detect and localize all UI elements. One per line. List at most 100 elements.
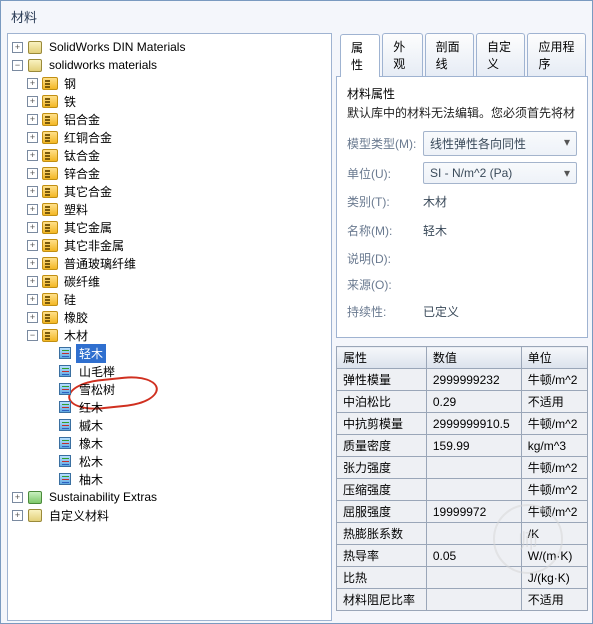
tree-label: 其它非金属: [61, 236, 127, 255]
right-pane: 属性 外观 剖面线 自定义 应用程序 材料属性 默认库中的材料无法编辑。您必须首…: [336, 33, 588, 621]
tree-category[interactable]: +红铜合金: [8, 128, 331, 146]
expand-icon[interactable]: +: [12, 42, 23, 53]
book-icon: [28, 491, 42, 504]
tree-label: 松木: [76, 452, 106, 471]
table-row[interactable]: 张力强度牛顿/m^2: [337, 457, 588, 479]
folder-icon: [42, 185, 58, 198]
expand-icon[interactable]: +: [12, 510, 23, 521]
tree-category[interactable]: + 锌合金: [8, 164, 331, 182]
table-row[interactable]: 中抗剪模量2999999910.5牛顿/m^2: [337, 413, 588, 435]
folder-icon: [42, 221, 58, 234]
tree-category[interactable]: +碳纤维: [8, 272, 331, 290]
tree-category[interactable]: +普通玻璃纤维: [8, 254, 331, 272]
tree-material-item[interactable]: 柚木: [8, 470, 331, 488]
expand-icon[interactable]: +: [27, 204, 38, 215]
desc-value: [423, 248, 577, 268]
folder-icon: [42, 311, 58, 324]
expand-icon[interactable]: +: [27, 240, 38, 251]
material-tree[interactable]: + SolidWorks DIN Materials − solidworks …: [7, 33, 332, 621]
tree-root-sw[interactable]: − solidworks materials: [8, 56, 331, 74]
table-row[interactable]: 比热J/(kg·K): [337, 567, 588, 589]
tree-label: 红木: [76, 398, 106, 417]
tab-custom[interactable]: 自定义: [476, 33, 525, 76]
table-cell: [426, 523, 521, 545]
category-label: 类别(T):: [347, 193, 423, 210]
tree-category[interactable]: +铁: [8, 92, 331, 110]
tree-custom[interactable]: + 自定义材料: [8, 506, 331, 524]
table-row[interactable]: 热膨胀系数/K: [337, 523, 588, 545]
col-value[interactable]: 数值: [426, 347, 521, 369]
window-title: 材料: [11, 10, 37, 25]
tree-category[interactable]: +钛合金: [8, 146, 331, 164]
table-cell: 牛顿/m^2: [521, 479, 587, 501]
tree-cat-wood[interactable]: − 木材: [8, 326, 331, 344]
table-row[interactable]: 压缩强度 牛顿/m^2: [337, 479, 588, 501]
tree-category[interactable]: +其它金属: [8, 218, 331, 236]
table-cell: 屈服强度: [337, 501, 427, 523]
expand-icon[interactable]: +: [27, 132, 38, 143]
expand-icon[interactable]: +: [12, 492, 23, 503]
table-cell: [426, 457, 521, 479]
unit-select[interactable]: SI - N/m^2 (Pa): [423, 162, 577, 184]
tab-appdata[interactable]: 应用程序: [527, 33, 586, 76]
tree-material-item[interactable]: 红木: [8, 398, 331, 416]
table-row[interactable]: 热导率0.05W/(m·K): [337, 545, 588, 567]
table-cell: 0.29: [426, 391, 521, 413]
col-property[interactable]: 属性: [337, 347, 427, 369]
collapse-icon[interactable]: −: [12, 60, 23, 71]
table-cell: [426, 589, 521, 611]
tree-category[interactable]: + 其它非金属: [8, 236, 331, 254]
tab-crosshatch[interactable]: 剖面线: [425, 33, 474, 76]
table-cell: 压缩强度: [337, 479, 427, 501]
tree-extras[interactable]: + Sustainability Extras: [8, 488, 331, 506]
tree-category[interactable]: +其它合金: [8, 182, 331, 200]
tree-label: 锌合金: [61, 164, 103, 183]
table-cell: 2999999232: [426, 369, 521, 391]
tree-material-item[interactable]: 松木: [8, 452, 331, 470]
tree-label: 槭木: [76, 416, 106, 435]
expand-icon[interactable]: +: [27, 78, 38, 89]
expand-icon[interactable]: +: [27, 114, 38, 125]
collapse-icon[interactable]: −: [27, 330, 38, 341]
expand-icon[interactable]: +: [27, 186, 38, 197]
expand-icon[interactable]: +: [27, 312, 38, 323]
expand-icon[interactable]: +: [27, 222, 38, 233]
table-cell: 比热: [337, 567, 427, 589]
tab-properties[interactable]: 属性: [340, 34, 380, 77]
expand-icon[interactable]: +: [27, 168, 38, 179]
expand-icon[interactable]: +: [27, 294, 38, 305]
table-cell: 159.99: [426, 435, 521, 457]
table-cell: [426, 567, 521, 589]
expand-icon[interactable]: +: [27, 150, 38, 161]
tree-category[interactable]: + 橡胶: [8, 308, 331, 326]
tree-category[interactable]: +硅: [8, 290, 331, 308]
folder-icon: [42, 167, 58, 180]
tree-material-item[interactable]: 橡木: [8, 434, 331, 452]
table-row[interactable]: 弹性模量2999999232牛顿/m^2: [337, 369, 588, 391]
table-row[interactable]: 中泊松比0.29不适用: [337, 391, 588, 413]
material-icon: [59, 473, 71, 485]
col-unit[interactable]: 单位: [521, 347, 587, 369]
table-row[interactable]: 质量密度159.99kg/m^3: [337, 435, 588, 457]
model-type-label: 模型类型(M):: [347, 135, 423, 152]
tree-category[interactable]: +塑料: [8, 200, 331, 218]
tree-label: 橡胶: [61, 308, 91, 327]
expand-icon[interactable]: +: [27, 258, 38, 269]
expand-icon[interactable]: +: [27, 96, 38, 107]
material-icon: [59, 437, 71, 449]
persist-value: 已定义: [423, 300, 577, 323]
tree-material-item[interactable]: 雪松树: [8, 380, 331, 398]
tree-material-item[interactable]: 山毛榉: [8, 362, 331, 380]
main-container: + SolidWorks DIN Materials − solidworks …: [1, 31, 592, 623]
table-row[interactable]: 屈服强度19999972牛顿/m^2: [337, 501, 588, 523]
model-type-select[interactable]: 线性弹性各向同性: [423, 131, 577, 156]
tree-category[interactable]: +钢: [8, 74, 331, 92]
material-icon: [59, 383, 71, 395]
table-row[interactable]: 材料阻尼比率不适用: [337, 589, 588, 611]
tree-material-item[interactable]: 轻木: [8, 344, 331, 362]
tab-appearance[interactable]: 外观: [382, 33, 422, 76]
tree-root-din[interactable]: + SolidWorks DIN Materials: [8, 38, 331, 56]
tree-category[interactable]: +铝合金: [8, 110, 331, 128]
tree-material-item[interactable]: 槭木: [8, 416, 331, 434]
expand-icon[interactable]: +: [27, 276, 38, 287]
